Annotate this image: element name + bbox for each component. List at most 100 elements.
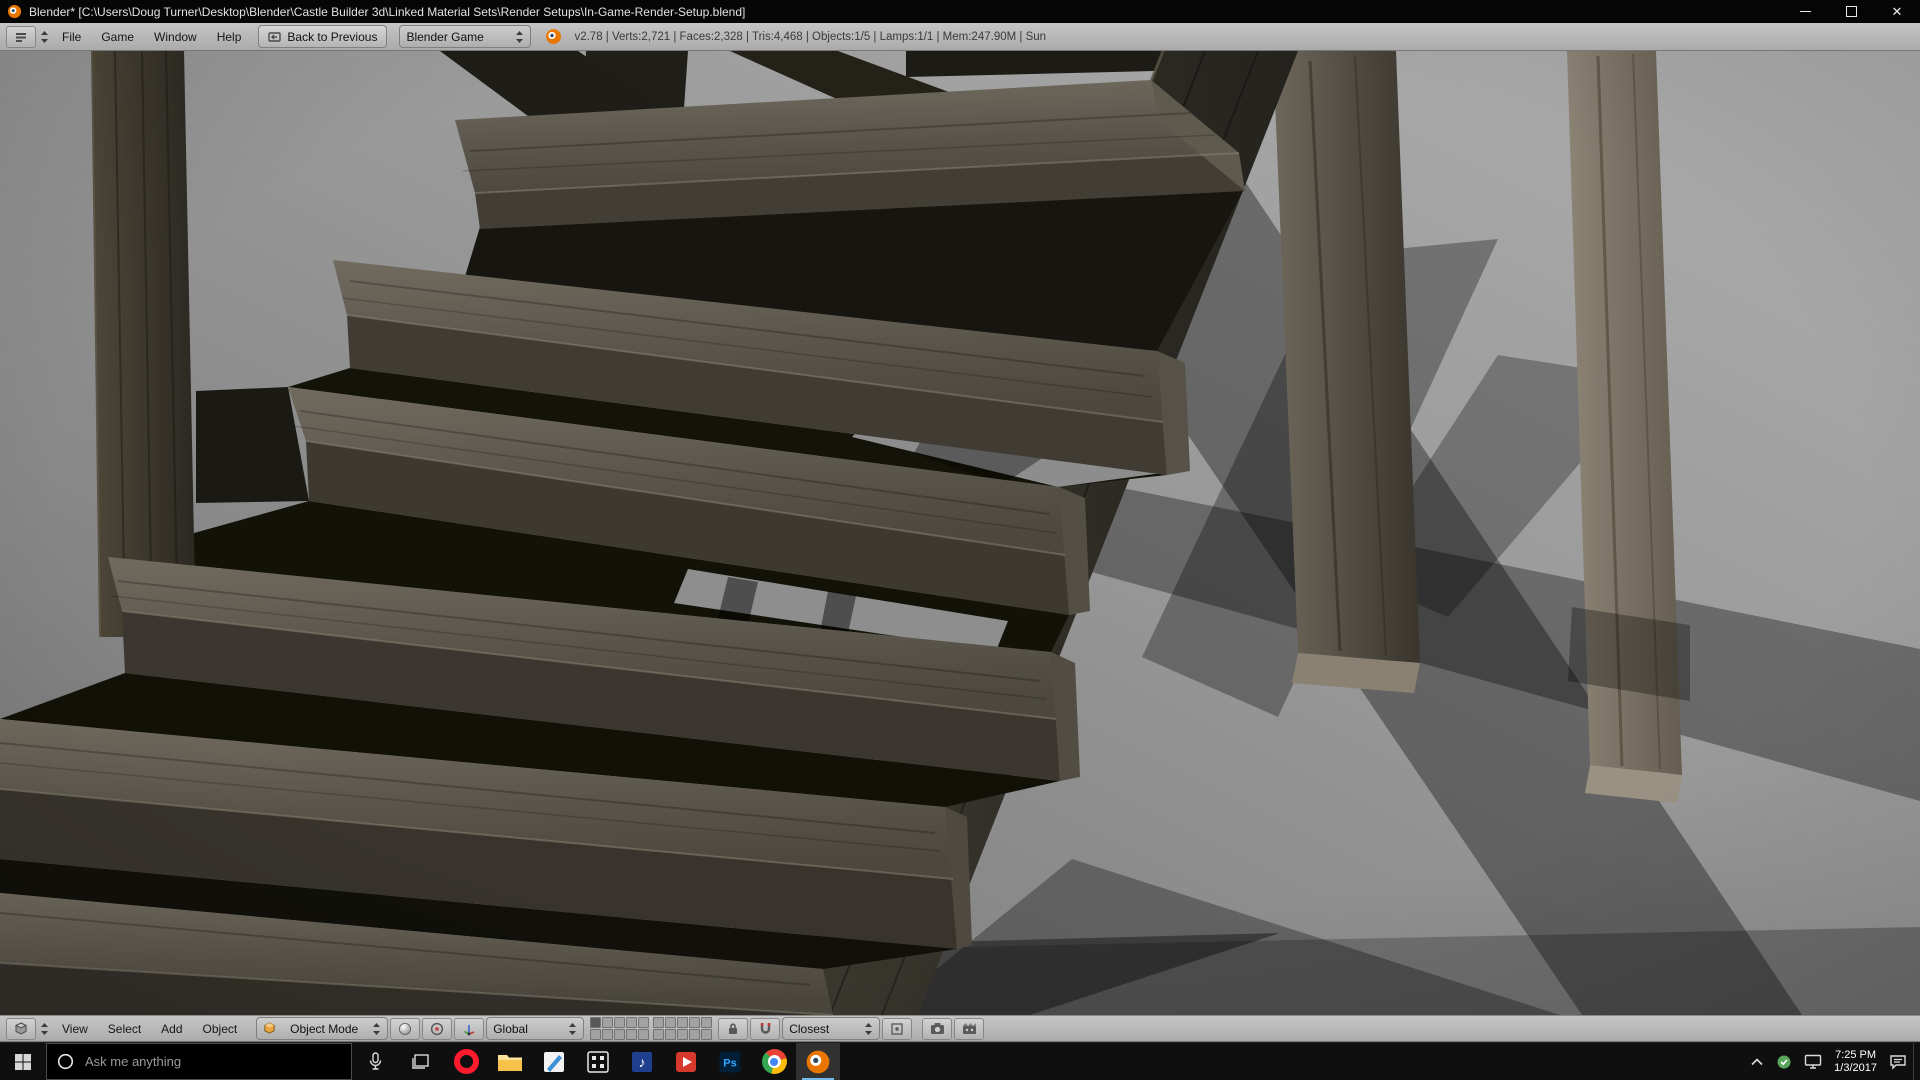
taskbar-search[interactable] [46,1043,352,1080]
task-view-icon [412,1053,429,1069]
mode-select-value: Object Mode [290,1021,359,1036]
layer-cell[interactable] [677,1029,689,1040]
layer-cell[interactable] [602,1017,614,1028]
render-still-button[interactable] [922,1017,953,1040]
close-button[interactable]: ✕ [1874,0,1920,23]
search-input[interactable] [83,1053,341,1070]
music-app-icon: ♪ [632,1051,652,1072]
microphone-button[interactable] [352,1043,398,1080]
pivot-center-icon [431,1022,444,1035]
orientation-select[interactable]: Global [486,1017,585,1040]
stepper-arrows-icon[interactable] [40,30,49,44]
action-center-icon[interactable] [1889,1054,1907,1070]
viewport-shading-button[interactable] [390,1017,421,1040]
taskbar-app-blender[interactable] [796,1043,840,1080]
layers-widget [653,1017,713,1040]
minimize-button[interactable] [1782,0,1828,23]
taskbar-app-photoshop[interactable]: Ps [708,1043,752,1080]
snap-element-select[interactable]: Closest [782,1017,881,1040]
layer-cell[interactable] [677,1017,689,1028]
menu-view[interactable]: View [53,1022,97,1036]
engine-select[interactable]: Blender Game [399,25,532,48]
layer-cell[interactable] [689,1017,701,1028]
tray-chevron-icon[interactable] [1750,1057,1764,1067]
show-desktop-edge[interactable] [1913,1043,1920,1080]
window-titlebar: Blender* [C:\Users\Doug Turner\Desktop\B… [0,0,1920,23]
task-view-button[interactable] [398,1043,444,1080]
red-ring-app-icon [453,1049,479,1074]
snap-target-icon [891,1022,903,1035]
mode-stepper-icon [373,1022,381,1035]
manipulator-axis-icon [464,1024,475,1035]
layer-cell[interactable] [590,1029,602,1040]
viewport-3d[interactable] [0,50,1920,1016]
back-to-previous-button[interactable]: Back to Previous [258,25,388,48]
layer-cell[interactable] [701,1017,713,1028]
taskbar-clock[interactable]: 7:25 PM 1/3/2017 [1834,1049,1877,1075]
layer-cell[interactable] [614,1029,626,1040]
layer-cell[interactable] [653,1017,665,1028]
lock-icon [729,1022,738,1034]
start-button[interactable] [0,1043,46,1080]
file-explorer-icon [498,1054,522,1071]
grid-app-icon [587,1050,609,1073]
vignette-overlay [0,51,1920,1015]
cortana-circle-icon [57,1053,74,1070]
blender-logo-icon [546,29,562,44]
layer-cell[interactable] [626,1029,638,1040]
manipulator-button[interactable] [454,1017,485,1040]
render-animation-button[interactable] [954,1017,985,1040]
microphone-icon [369,1052,381,1070]
system-tray: 7:25 PM 1/3/2017 [1742,1043,1913,1080]
engine-stepper-icon [516,30,524,43]
menu-add[interactable]: Add [152,1022,191,1036]
taskbar-app-chrome[interactable] [752,1043,796,1080]
layer-cell[interactable] [665,1017,677,1028]
layer-cell[interactable] [602,1029,614,1040]
editor-type-button-3d[interactable] [6,1017,36,1040]
taskbar-app-file-explorer[interactable] [488,1043,532,1080]
lock-button[interactable] [718,1017,749,1040]
tray-green-icon[interactable] [1776,1054,1792,1070]
menu-file[interactable]: File [53,30,90,44]
mode-select[interactable]: Object Mode [256,1017,389,1040]
snap-stepper-icon [865,1022,873,1035]
tray-display-icon[interactable] [1804,1054,1822,1069]
stepper-arrows-icon[interactable] [40,1022,49,1036]
scene-layers [590,1017,713,1040]
taskbar-app-media[interactable] [664,1043,708,1080]
menu-window[interactable]: Window [145,30,206,44]
close-icon: ✕ [1891,4,1903,19]
layer-cell[interactable] [701,1029,713,1040]
snap-target-button[interactable] [882,1017,913,1040]
layer-cell[interactable] [653,1029,665,1040]
editor-type-button[interactable] [6,25,36,48]
music-note-glyph: ♪ [639,1054,646,1070]
magnet-icon [760,1022,771,1034]
layer-cell[interactable] [689,1029,701,1040]
blender-logo-icon [7,4,22,19]
taskbar-app-music[interactable]: ♪ [620,1043,664,1080]
object-mode-cube-icon [264,1022,275,1034]
taskbar-app-grid[interactable] [576,1043,620,1080]
layer-cell[interactable] [665,1029,677,1040]
layer-cell[interactable] [590,1017,602,1028]
layer-cell[interactable] [614,1017,626,1028]
snap-select-value: Closest [789,1021,830,1036]
taskbar-app-red-ring[interactable] [444,1043,488,1080]
layer-cell[interactable] [638,1017,650,1028]
back-arrow-icon [268,31,282,42]
layer-cell[interactable] [638,1029,650,1040]
menu-object[interactable]: Object [194,1022,247,1036]
menu-help[interactable]: Help [208,30,251,44]
viewport-3d-render[interactable] [0,50,1920,1016]
maximize-button[interactable] [1828,0,1874,23]
layer-cell[interactable] [626,1017,638,1028]
taskbar-app-notes[interactable] [532,1043,576,1080]
scene-statistics: v2.78 | Verts:2,721 | Faces:2,328 | Tris… [574,30,1047,43]
clock-date: 1/3/2017 [1834,1061,1877,1074]
menu-game[interactable]: Game [92,30,143,44]
pivot-center-button[interactable] [422,1017,453,1040]
snap-button[interactable] [750,1017,781,1040]
menu-select[interactable]: Select [99,1022,150,1036]
